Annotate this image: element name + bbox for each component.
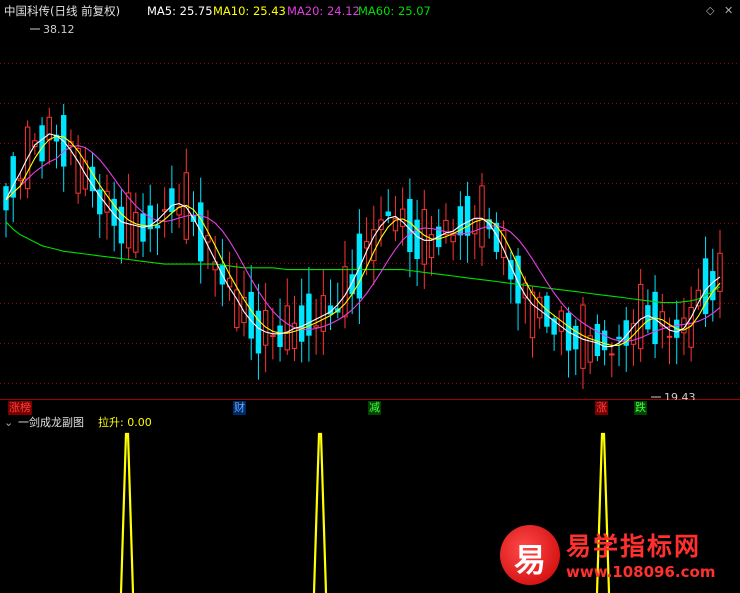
- candle-body: [616, 336, 622, 340]
- collapse-icon[interactable]: ⌄: [4, 415, 13, 431]
- candle-body: [298, 305, 305, 342]
- candle-body: [421, 209, 428, 265]
- kline-chart[interactable]: 38.12 19.43: [0, 0, 740, 400]
- candle-body: [154, 225, 161, 229]
- candle-body: [75, 147, 81, 194]
- event-marker[interactable]: 财: [233, 401, 246, 415]
- sub-panel-title: 一剑成龙副图: [18, 416, 84, 429]
- high-price-label: 38.12: [43, 23, 75, 36]
- candle-body: [104, 190, 110, 213]
- candle-body: [313, 325, 319, 328]
- candle-body: [666, 335, 673, 338]
- signal-spike: [119, 432, 135, 593]
- candle-body: [39, 125, 45, 162]
- watermark-title: 易学指标网: [566, 532, 702, 561]
- candle-body: [17, 178, 24, 182]
- sub-panel-value: 拉升: 0.00: [98, 416, 152, 429]
- candle-body: [277, 325, 283, 348]
- ma10-line: [5, 135, 721, 346]
- candle-body: [414, 219, 420, 260]
- candle-body: [169, 188, 175, 213]
- candle-body: [385, 211, 391, 216]
- candle-body: [407, 198, 413, 253]
- logo-char: 易: [513, 541, 546, 579]
- ma60-line: [5, 221, 721, 304]
- event-marker[interactable]: 减: [368, 401, 381, 415]
- candle-body: [479, 185, 485, 248]
- candle-body: [205, 235, 211, 243]
- sub-panel-header: ⌄ 一剑成龙副图 拉升: 0.00: [0, 415, 740, 431]
- candle-body: [609, 353, 615, 356]
- ma20-line: [5, 145, 721, 342]
- event-marker[interactable]: 跌: [634, 401, 647, 415]
- high-annotation: 38.12: [30, 23, 75, 36]
- event-marker[interactable]: 涨: [595, 401, 608, 415]
- candle-body: [450, 234, 456, 243]
- candle-body: [464, 196, 471, 236]
- candle-body: [710, 271, 716, 301]
- watermark-url: www.108096.com: [566, 563, 716, 581]
- candle-body: [645, 305, 651, 330]
- candle-body: [637, 283, 644, 350]
- candle-body: [356, 233, 363, 299]
- candle-body: [270, 334, 276, 337]
- candle-body: [529, 291, 536, 339]
- candle-body: [284, 305, 290, 351]
- event-marker[interactable]: 涨榜: [8, 401, 32, 415]
- candle-body: [46, 116, 52, 141]
- candle-body: [133, 211, 139, 253]
- candle-body: [594, 323, 601, 357]
- candle-body: [248, 291, 254, 339]
- ma5-line: [5, 133, 721, 348]
- signal-spike: [312, 432, 328, 593]
- low-price-label: 19.43: [664, 391, 696, 400]
- low-annotation: 19.43: [651, 391, 696, 400]
- watermark: 易 易学指标网 www.108096.com: [500, 523, 735, 591]
